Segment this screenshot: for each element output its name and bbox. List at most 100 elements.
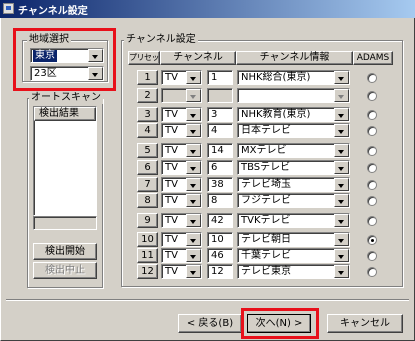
- band-select[interactable]: TV: [161, 160, 202, 175]
- channel-number-value: 38: [211, 179, 224, 190]
- channel-number-field[interactable]: 4: [207, 123, 233, 138]
- adams-radio[interactable]: [367, 235, 377, 245]
- preset-button[interactable]: 12: [137, 264, 158, 279]
- channel-number-field[interactable]: 46: [207, 248, 233, 263]
- adams-radio[interactable]: [367, 196, 377, 206]
- preset-number: 12: [141, 266, 154, 277]
- channel-number-field[interactable]: 10: [207, 232, 233, 247]
- channel-number-field[interactable]: [207, 88, 233, 103]
- scan-start-button[interactable]: 検出開始: [33, 243, 97, 260]
- scan-results-scrollbar[interactable]: [33, 216, 97, 230]
- band-select[interactable]: TV: [161, 123, 202, 138]
- adams-radio[interactable]: [367, 163, 377, 173]
- band-dropdown-arrow-icon[interactable]: [186, 249, 201, 262]
- channel-info-select[interactable]: 千葉テレビ: [237, 248, 350, 263]
- preset-button[interactable]: 11: [137, 248, 158, 263]
- preset-button[interactable]: 1: [137, 70, 158, 85]
- channel-info-dropdown-arrow-icon[interactable]: [334, 89, 349, 102]
- adams-radio[interactable]: [367, 91, 377, 101]
- band-dropdown-arrow-icon[interactable]: [186, 161, 201, 174]
- band-select[interactable]: [161, 88, 202, 103]
- channel-number-field[interactable]: 12: [207, 264, 233, 279]
- channel-info-dropdown-arrow-icon[interactable]: [334, 214, 349, 227]
- channel-info-column-header: チャンネル情報: [236, 51, 353, 65]
- preset-button[interactable]: 3: [137, 107, 158, 122]
- channel-info-value: MXテレビ: [241, 145, 287, 156]
- band-dropdown-arrow-icon[interactable]: [186, 194, 201, 207]
- adams-radio[interactable]: [367, 216, 377, 226]
- adams-radio[interactable]: [367, 110, 377, 120]
- band-dropdown-arrow-icon[interactable]: [186, 178, 201, 191]
- adams-radio[interactable]: [367, 73, 377, 83]
- app-icon: [3, 3, 14, 14]
- band-select[interactable]: TV: [161, 143, 202, 158]
- channel-info-dropdown-arrow-icon[interactable]: [334, 194, 349, 207]
- scan-stop-button[interactable]: 検出中止: [33, 262, 97, 279]
- band-select[interactable]: TV: [161, 177, 202, 192]
- adams-radio[interactable]: [367, 126, 377, 136]
- channel-info-dropdown-arrow-icon[interactable]: [334, 249, 349, 262]
- channel-info-dropdown-arrow-icon[interactable]: [334, 124, 349, 137]
- channel-info-select[interactable]: テレビ東京: [237, 264, 350, 279]
- channel-number-field[interactable]: 38: [207, 177, 233, 192]
- preset-number: 5: [144, 145, 151, 156]
- channel-info-dropdown-arrow-icon[interactable]: [334, 233, 349, 246]
- preset-button[interactable]: 6: [137, 160, 158, 175]
- preset-button[interactable]: 8: [137, 193, 158, 208]
- channel-info-dropdown-arrow-icon[interactable]: [334, 161, 349, 174]
- channel-info-select[interactable]: テレビ埼玉: [237, 177, 350, 192]
- channel-info-select[interactable]: NHK教育(東京): [237, 107, 350, 122]
- channel-info-select[interactable]: NHK総合(東京): [237, 70, 350, 85]
- adams-radio[interactable]: [367, 146, 377, 156]
- cancel-button[interactable]: キャンセル: [327, 314, 403, 333]
- channel-number-field[interactable]: 3: [207, 107, 233, 122]
- preset-button[interactable]: 7: [137, 177, 158, 192]
- back-button[interactable]: < 戻る(B): [178, 314, 242, 333]
- adams-radio[interactable]: [367, 267, 377, 277]
- band-select[interactable]: TV: [161, 264, 202, 279]
- channel-info-select[interactable]: テレビ朝日: [237, 232, 350, 247]
- preset-number: 7: [144, 179, 151, 190]
- channel-number-field[interactable]: 42: [207, 213, 233, 228]
- channel-info-dropdown-arrow-icon[interactable]: [334, 144, 349, 157]
- preset-button[interactable]: 5: [137, 143, 158, 158]
- band-select[interactable]: TV: [161, 107, 202, 122]
- channel-number-field[interactable]: 1: [207, 70, 233, 85]
- preset-button[interactable]: 9: [137, 213, 158, 228]
- band-select[interactable]: TV: [161, 213, 202, 228]
- channel-number-field[interactable]: 14: [207, 143, 233, 158]
- adams-radio[interactable]: [367, 180, 377, 190]
- preset-button[interactable]: 10: [137, 232, 158, 247]
- band-select[interactable]: TV: [161, 193, 202, 208]
- channel-info-select[interactable]: MXテレビ: [237, 143, 350, 158]
- band-dropdown-arrow-icon[interactable]: [186, 265, 201, 278]
- preset-button[interactable]: 2: [137, 88, 158, 103]
- band-select[interactable]: TV: [161, 232, 202, 247]
- band-dropdown-arrow-icon[interactable]: [186, 108, 201, 121]
- band-dropdown-arrow-icon[interactable]: [186, 214, 201, 227]
- scan-results-list[interactable]: 検出結果: [33, 106, 97, 216]
- band-dropdown-arrow-icon[interactable]: [186, 71, 201, 84]
- band-select[interactable]: TV: [161, 248, 202, 263]
- band-select[interactable]: TV: [161, 70, 202, 85]
- preset-button[interactable]: 4: [137, 123, 158, 138]
- channel-info-dropdown-arrow-icon[interactable]: [334, 265, 349, 278]
- channel-info-select[interactable]: フジテレビ: [237, 193, 350, 208]
- band-value: TV: [165, 234, 178, 245]
- band-dropdown-arrow-icon[interactable]: [186, 233, 201, 246]
- channel-number-field[interactable]: 8: [207, 193, 233, 208]
- adams-radio[interactable]: [367, 251, 377, 261]
- channel-info-select[interactable]: 日本テレビ: [237, 123, 350, 138]
- scan-results-header[interactable]: 検出結果: [34, 107, 96, 121]
- band-dropdown-arrow-icon[interactable]: [186, 124, 201, 137]
- band-dropdown-arrow-icon[interactable]: [186, 144, 201, 157]
- autoscan-group-label: オートスキャン: [29, 92, 103, 104]
- channel-info-dropdown-arrow-icon[interactable]: [334, 71, 349, 84]
- channel-number-field[interactable]: 6: [207, 160, 233, 175]
- channel-info-dropdown-arrow-icon[interactable]: [334, 178, 349, 191]
- channel-info-select[interactable]: TBSテレビ: [237, 160, 350, 175]
- channel-info-dropdown-arrow-icon[interactable]: [334, 108, 349, 121]
- band-dropdown-arrow-icon[interactable]: [186, 89, 201, 102]
- channel-info-select[interactable]: TVKテレビ: [237, 213, 350, 228]
- channel-info-select[interactable]: [237, 88, 350, 103]
